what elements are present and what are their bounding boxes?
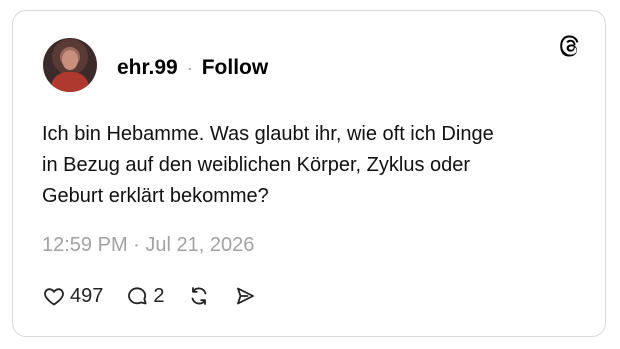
avatar[interactable]: [43, 38, 97, 92]
username[interactable]: ehr.99: [117, 55, 178, 81]
like-button[interactable]: 497: [42, 284, 103, 308]
post-text-line: Ich bin Hebamme. Was glaubt ihr, wie oft…: [42, 123, 494, 145]
send-icon: [236, 287, 254, 305]
avatar-face: [62, 50, 78, 70]
post-text-line: in Bezug auf den weiblichen Körper, Zykl…: [42, 154, 471, 176]
repost-button[interactable]: [187, 284, 211, 308]
share-button[interactable]: [233, 284, 257, 308]
comment-bubble-icon: [128, 287, 147, 305]
post-text: Ich bin Hebamme. Was glaubt ihr, wie oft…: [42, 119, 582, 212]
post-text-line: Geburt erklärt bekomme?: [42, 185, 269, 207]
separator-dot: ·: [186, 58, 193, 78]
threads-logo-icon[interactable]: [557, 33, 583, 59]
like-count: 497: [70, 285, 104, 307]
follow-button[interactable]: Follow: [202, 55, 269, 81]
action-bar: 497 2: [42, 282, 279, 310]
post-card: ehr.99 · Follow Ich bin Hebamme. Was gla…: [12, 10, 606, 337]
timestamp[interactable]: 12:59 PM · Jul 21, 2026: [42, 232, 254, 258]
avatar-shirt: [51, 72, 89, 92]
post-header: ehr.99 · Follow: [117, 55, 268, 81]
reply-count: 2: [153, 285, 165, 307]
repost-icon: [191, 287, 206, 305]
reply-button[interactable]: 2: [125, 284, 165, 308]
heart-icon: [44, 288, 64, 306]
